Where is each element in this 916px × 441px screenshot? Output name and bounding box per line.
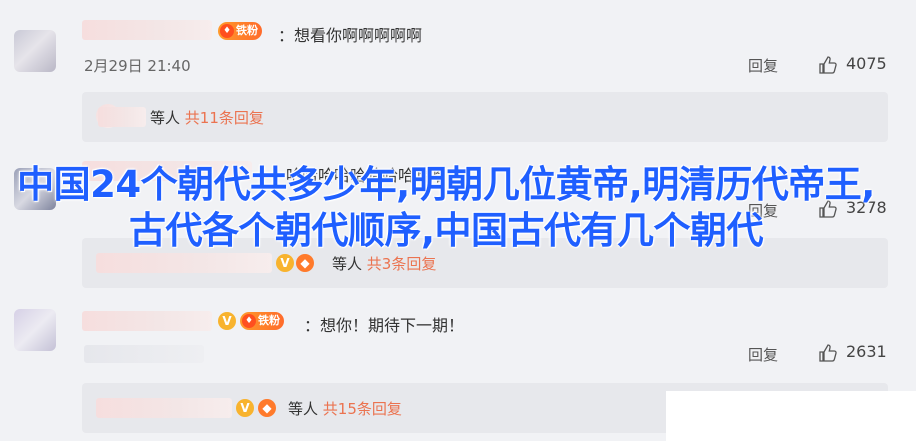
sub-reply-box[interactable]: 等人 共11条回复 xyxy=(82,92,888,142)
sub-reply-names xyxy=(96,398,232,418)
username[interactable] xyxy=(82,311,212,331)
reply-button[interactable]: 回复 xyxy=(748,344,778,365)
avatar[interactable] xyxy=(14,309,56,351)
like-count: 4075 xyxy=(846,54,887,73)
verified-badge-icon: V xyxy=(276,254,294,272)
sub-reply-summary[interactable]: 等人 共15条回复 xyxy=(288,398,402,419)
username[interactable] xyxy=(82,20,212,40)
comment-1: ♦ 铁粉 ：想看你啊啊啊啊啊 2月29日 21:40 回复 4075 等人 共1… xyxy=(0,0,916,150)
sub-reply-summary[interactable]: 等人 共11条回复 xyxy=(150,107,264,128)
vip-badge-icon: ◆ xyxy=(258,399,276,417)
sub-reply-summary[interactable]: 等人 共3条回复 xyxy=(332,253,436,274)
sub-reply-count[interactable]: 共3条回复 xyxy=(367,255,437,273)
fan-icon: ♦ xyxy=(220,24,234,38)
fan-badge: ♦ 铁粉 xyxy=(218,22,262,40)
reply-button[interactable]: 回复 xyxy=(748,55,778,76)
sub-reply-count[interactable]: 共11条回复 xyxy=(185,109,264,127)
like-icon[interactable] xyxy=(818,343,838,363)
like-icon[interactable] xyxy=(818,55,838,75)
sub-reply-names xyxy=(96,253,272,273)
verified-badge-icon: V xyxy=(236,399,254,417)
fan-badge: ♦ 铁粉 xyxy=(240,312,284,330)
sub-reply-waiting: 等人 xyxy=(332,255,363,273)
comment-time: 2月29日 21:40 xyxy=(84,57,191,75)
sub-reply-waiting: 等人 xyxy=(288,400,319,418)
blank-area xyxy=(666,391,916,441)
avatar[interactable] xyxy=(14,30,56,72)
sub-reply-waiting: 等人 xyxy=(150,109,181,127)
verified-badge-icon: V xyxy=(218,312,236,330)
sub-reply-names xyxy=(98,107,146,127)
comment-text: ：想看你啊啊啊啊啊 xyxy=(278,26,423,45)
comment-text: ：想你！期待下一期！ xyxy=(304,316,465,335)
comment-time xyxy=(84,345,204,363)
vip-badge-icon: ◆ xyxy=(296,254,314,272)
like-count: 2631 xyxy=(846,342,887,361)
sub-reply-count[interactable]: 共15条回复 xyxy=(323,400,402,418)
fan-badge-label: 铁粉 xyxy=(258,314,280,327)
fan-icon: ♦ xyxy=(242,314,256,328)
fan-badge-label: 铁粉 xyxy=(236,24,258,37)
overlay-title: 中国24个朝代共多少年,明朝几位黄帝,明清历代帝王,古代各个朝代顺序,中国古代有… xyxy=(17,163,875,252)
